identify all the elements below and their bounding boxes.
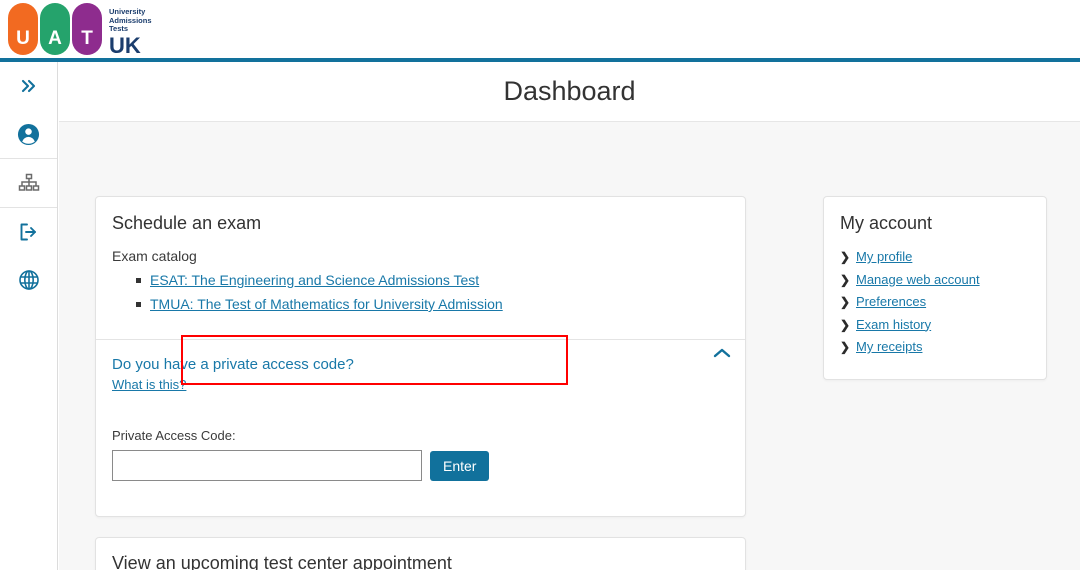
logout-icon (18, 222, 40, 242)
logo-line-uk: UK (109, 32, 141, 58)
chevron-double-right-icon (19, 76, 39, 96)
appointment-card-body: View an upcoming test center appointment… (96, 538, 745, 570)
private-access-code-section: Do you have a private access code? What … (96, 340, 745, 497)
account-card-body: My account ❯ My profile ❯ Manage web acc… (824, 197, 1046, 375)
list-item: ❯ My receipts (838, 336, 1030, 359)
enter-button[interactable]: Enter (430, 450, 490, 481)
person-circle-icon (17, 123, 40, 146)
main-area: Dashboard Schedule an exam Exam catalog … (59, 62, 1080, 570)
chevron-up-icon (713, 346, 731, 363)
exam-catalog-list: ESAT: The Engineering and Science Admiss… (136, 270, 729, 315)
sidebar-item-expand[interactable] (0, 62, 57, 110)
what-is-this-link[interactable]: What is this? (112, 377, 186, 392)
page-title: Dashboard (503, 76, 636, 106)
account-link-my-profile[interactable]: My profile (856, 249, 912, 264)
exam-catalog-label: Exam catalog (112, 248, 197, 264)
account-card-title: My account (840, 213, 933, 233)
exam-link-tmua[interactable]: TMUA: The Test of Mathematics for Univer… (150, 296, 503, 312)
dashboard-page: U A T University Admissions Tests UK Das… (0, 0, 1080, 570)
chevron-right-icon: ❯ (840, 250, 851, 264)
sidebar (0, 62, 58, 570)
sidebar-item-account[interactable] (0, 110, 57, 158)
private-access-code-input[interactable] (112, 450, 422, 481)
list-item: ❯ Preferences (838, 291, 1030, 314)
schedule-exam-card: Schedule an exam Exam catalog ESAT: The … (95, 196, 746, 517)
chevron-right-icon: ❯ (840, 272, 851, 287)
account-link-manage-web-account[interactable]: Manage web account (856, 272, 980, 287)
sitemap-icon (18, 173, 40, 193)
appointment-card-title: View an upcoming test center appointment (112, 553, 452, 570)
account-link-exam-history[interactable]: Exam history (856, 317, 931, 332)
upcoming-appointment-card: View an upcoming test center appointment… (95, 537, 746, 570)
site-header: U A T University Admissions Tests UK (0, 0, 1080, 58)
logo-wordmark: University Admissions Tests UK (109, 3, 152, 57)
account-link-my-receipts[interactable]: My receipts (856, 339, 922, 354)
exam-link-esat[interactable]: ESAT: The Engineering and Science Admiss… (150, 272, 479, 288)
logo-pill-letter-t: T (81, 28, 93, 49)
page-title-bar: Dashboard (59, 62, 1080, 122)
logo-pill-letter-a: A (48, 28, 62, 49)
list-item: ESAT: The Engineering and Science Admiss… (136, 270, 729, 291)
uat-uk-logo: U A T University Admissions Tests UK (8, 3, 152, 57)
chevron-right-icon: ❯ (840, 340, 851, 354)
list-item: ❯ Exam history (838, 314, 1030, 337)
private-access-code-question: Do you have a private access code? (112, 356, 354, 373)
logo-pill-a: A (40, 3, 70, 55)
logo-pill-t: T (72, 3, 102, 55)
account-links-list: ❯ My profile ❯ Manage web account ❯ Pref… (838, 246, 1030, 359)
logo-pill-letter-u: U (16, 28, 30, 49)
globe-icon (18, 269, 40, 291)
chevron-right-icon: ❯ (840, 295, 851, 309)
list-item: TMUA: The Test of Mathematics for Univer… (136, 294, 729, 315)
logo-pill-u: U (8, 3, 38, 55)
schedule-card-header: Schedule an exam Exam catalog ESAT: The … (96, 197, 745, 315)
schedule-card-title: Schedule an exam (112, 213, 262, 233)
private-access-code-label: Private Access Code: (112, 428, 236, 443)
collapse-toggle[interactable] (713, 346, 731, 364)
chevron-right-icon: ❯ (840, 317, 851, 332)
my-account-card: My account ❯ My profile ❯ Manage web acc… (823, 196, 1047, 380)
sidebar-item-language[interactable] (0, 256, 57, 304)
private-access-code-row: Enter (112, 450, 729, 481)
sidebar-item-organization[interactable] (0, 159, 57, 207)
list-item: ❯ Manage web account (838, 269, 1030, 292)
sidebar-item-logout[interactable] (0, 208, 57, 256)
list-item: ❯ My profile (838, 246, 1030, 269)
account-link-preferences[interactable]: Preferences (856, 294, 926, 309)
